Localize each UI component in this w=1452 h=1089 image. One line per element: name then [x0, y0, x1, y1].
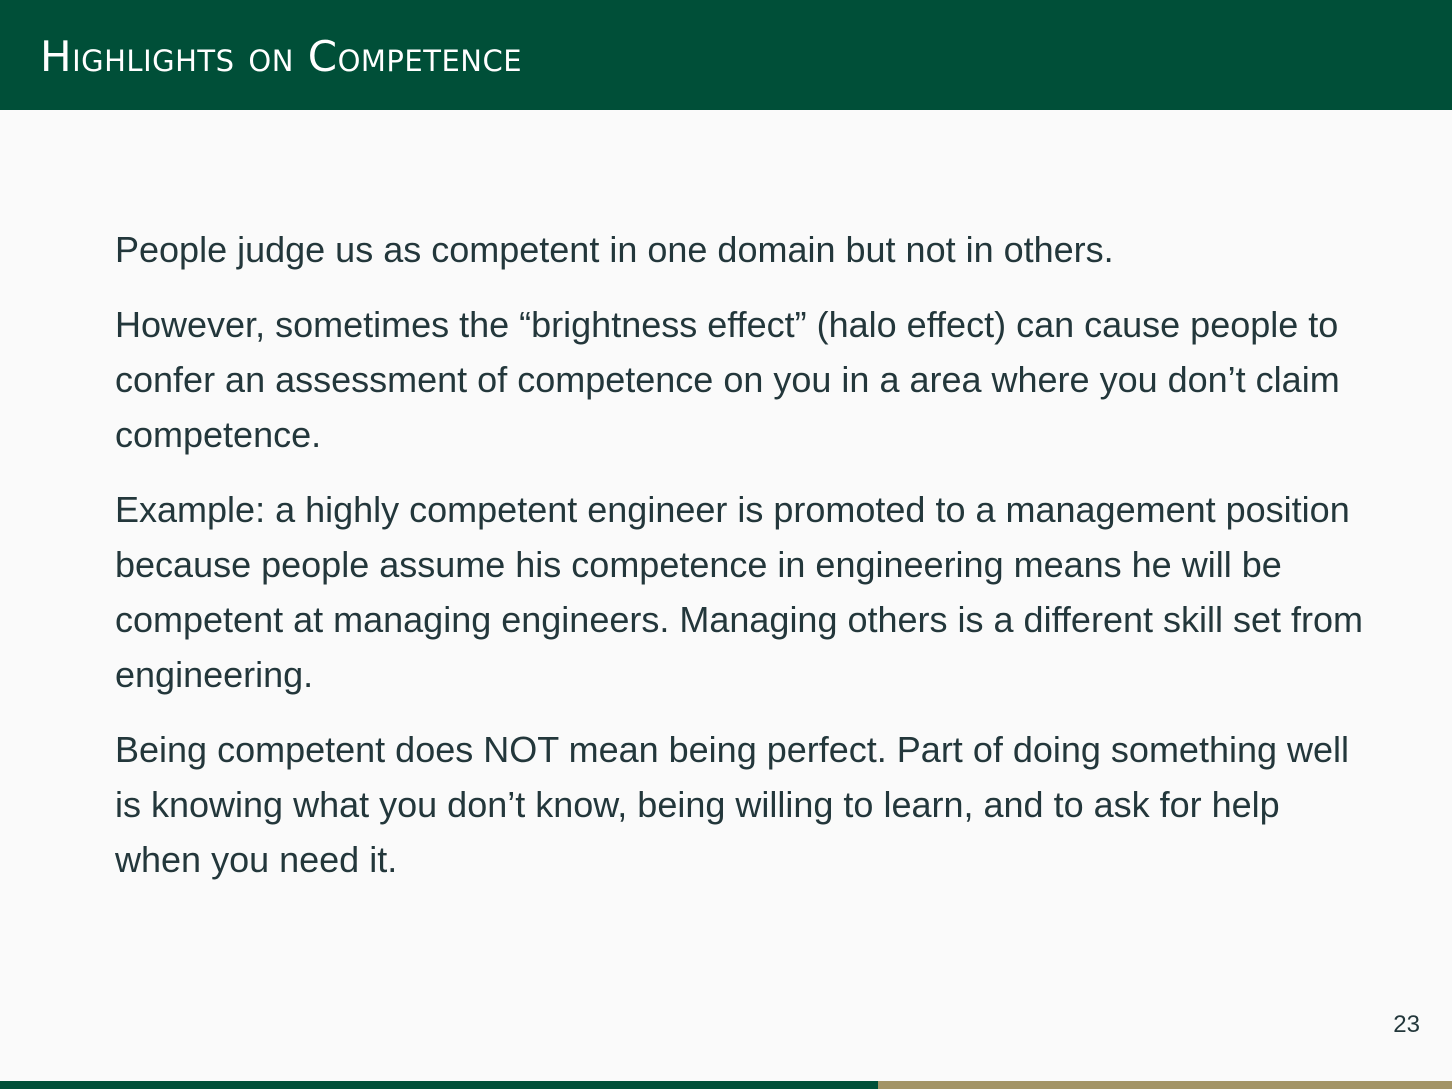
paragraph-halo-effect: However, sometimes the “brightness effec… — [115, 304, 1340, 455]
paragraph-engineer-example: Example: a highly competent engineer is … — [115, 489, 1364, 695]
progress-bar-fill — [0, 1081, 879, 1089]
page-number: 23 — [1393, 1011, 1420, 1038]
slide-header: Highlights on Competence — [0, 0, 1452, 110]
slide-title: Highlights on Competence — [40, 32, 523, 81]
slide-content: People judge us as competent in one doma… — [115, 222, 1375, 907]
paragraph-not-perfect: Being competent does NOT mean being perf… — [115, 729, 1350, 880]
slide: Highlights on Competence People judge us… — [0, 0, 1452, 1089]
progress-bar — [0, 1081, 1452, 1089]
paragraph-domain-competence: People judge us as competent in one doma… — [115, 229, 1114, 270]
